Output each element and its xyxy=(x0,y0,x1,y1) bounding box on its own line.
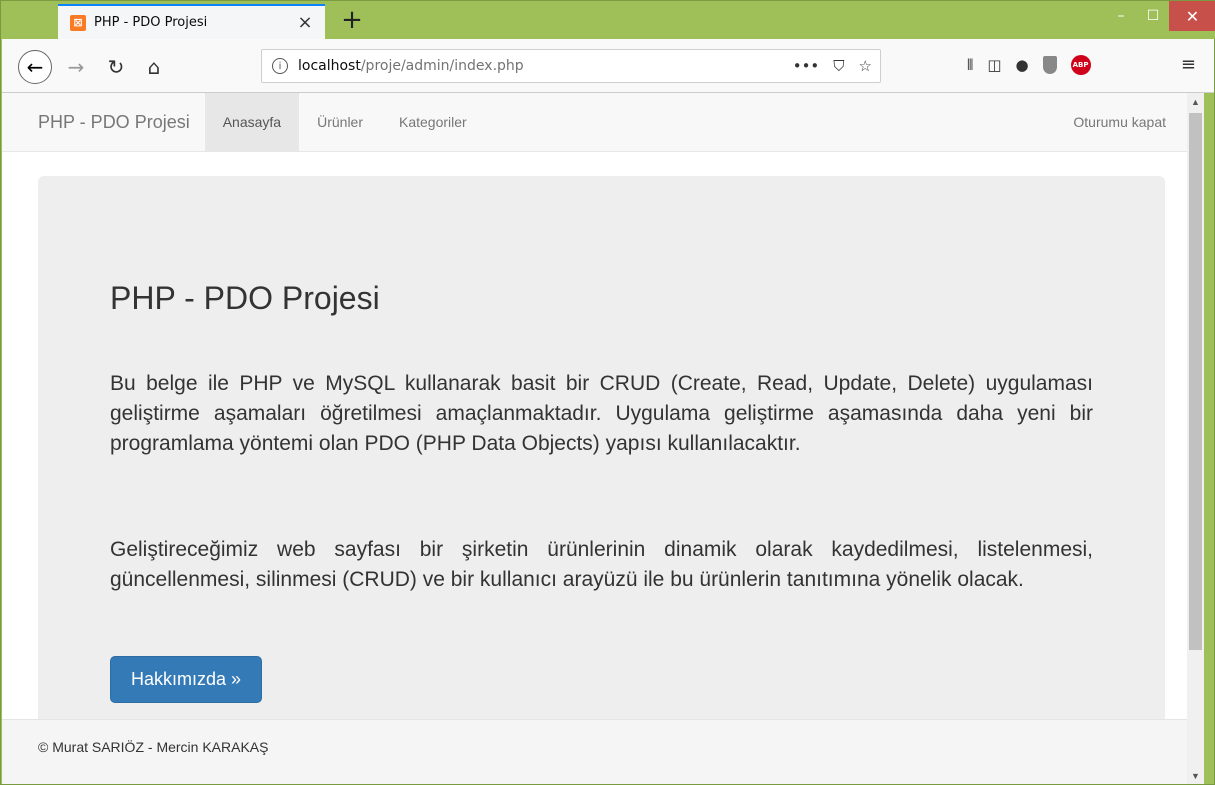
forward-button[interactable]: → xyxy=(60,51,92,83)
window-controls: – ☐ ✕ xyxy=(1105,1,1215,31)
footer: © Murat SARIÖZ - Mercin KARAKAŞ xyxy=(2,719,1187,784)
sidebar-icon[interactable]: ◫ xyxy=(987,56,1001,74)
xampp-icon: ⊠ xyxy=(70,14,86,31)
bookmark-star-icon[interactable]: ☆ xyxy=(859,57,872,75)
scroll-up-icon[interactable]: ▲ xyxy=(1187,93,1204,110)
shield-icon[interactable] xyxy=(1042,56,1057,74)
jumbotron: PHP - PDO Projesi Bu belge ile PHP ve My… xyxy=(38,176,1165,784)
close-window-button[interactable]: ✕ xyxy=(1169,1,1215,31)
toolbar-icons: ⫴ ◫ ● ABP xyxy=(967,55,1091,75)
browser-toolbar: ← → ↻ ⌂ i localhost/proje/admin/index.ph… xyxy=(2,39,1214,93)
scroll-thumb[interactable] xyxy=(1189,113,1202,650)
maximize-button[interactable]: ☐ xyxy=(1137,1,1169,31)
pocket-icon[interactable]: ⛉ xyxy=(833,57,844,75)
url-actions: ••• ⛉ ☆ xyxy=(793,57,872,75)
browser-tab[interactable]: ⊠ PHP - PDO Projesi × xyxy=(58,4,325,39)
nav-anasayfa[interactable]: Anasayfa xyxy=(204,93,300,151)
library-icon[interactable]: ⫴ xyxy=(967,56,973,74)
page-viewport: PHP - PDO Projesi Anasayfa Ürünler Kateg… xyxy=(2,93,1198,784)
info-icon[interactable]: i xyxy=(272,58,288,74)
reload-button[interactable]: ↻ xyxy=(100,51,132,83)
page-actions-icon[interactable]: ••• xyxy=(793,57,820,75)
site-brand[interactable]: PHP - PDO Projesi xyxy=(2,93,205,151)
new-tab-button[interactable]: + xyxy=(337,5,367,35)
intro-paragraph: Bu belge ile PHP ve MySQL kullanarak bas… xyxy=(110,372,1093,455)
url-path: /proje/admin/index.php xyxy=(360,58,524,74)
adblock-icon[interactable]: ABP xyxy=(1070,55,1091,75)
browser-window: ⊠ PHP - PDO Projesi × + – ☐ ✕ ← → ↻ ⌂ i … xyxy=(0,0,1215,785)
description-paragraph: Geliştireceğimiz web sayfası bir şirketi… xyxy=(110,538,1093,591)
url-host: localhost xyxy=(298,58,361,74)
logout-link[interactable]: Oturumu kapat xyxy=(1055,93,1187,151)
tab-title: PHP - PDO Projesi xyxy=(94,15,208,30)
scrollbar[interactable]: ▲ ▼ xyxy=(1187,93,1204,784)
jumbotron-title: PHP - PDO Projesi xyxy=(110,280,380,316)
about-button[interactable]: Hakkımızda » xyxy=(110,656,263,703)
nav-urunler[interactable]: Ürünler xyxy=(299,93,381,151)
footer-text: © Murat SARIÖZ - Mercin KARAKAŞ xyxy=(38,739,269,755)
site-navbar: PHP - PDO Projesi Anasayfa Ürünler Kateg… xyxy=(2,93,1187,152)
hamburger-menu-icon[interactable]: ≡ xyxy=(1181,54,1196,75)
title-bar: ⊠ PHP - PDO Projesi × + – ☐ ✕ xyxy=(1,1,1215,39)
close-tab-icon[interactable]: × xyxy=(295,12,315,33)
url-bar[interactable]: i localhost/proje/admin/index.php ••• ⛉ … xyxy=(261,49,881,83)
nav-kategoriler[interactable]: Kategoriler xyxy=(381,93,485,151)
back-button[interactable]: ← xyxy=(18,50,52,84)
scroll-down-icon[interactable]: ▼ xyxy=(1187,767,1204,784)
extension-icon[interactable]: ● xyxy=(1016,56,1029,74)
home-button[interactable]: ⌂ xyxy=(138,51,170,83)
minimize-button[interactable]: – xyxy=(1105,1,1137,31)
